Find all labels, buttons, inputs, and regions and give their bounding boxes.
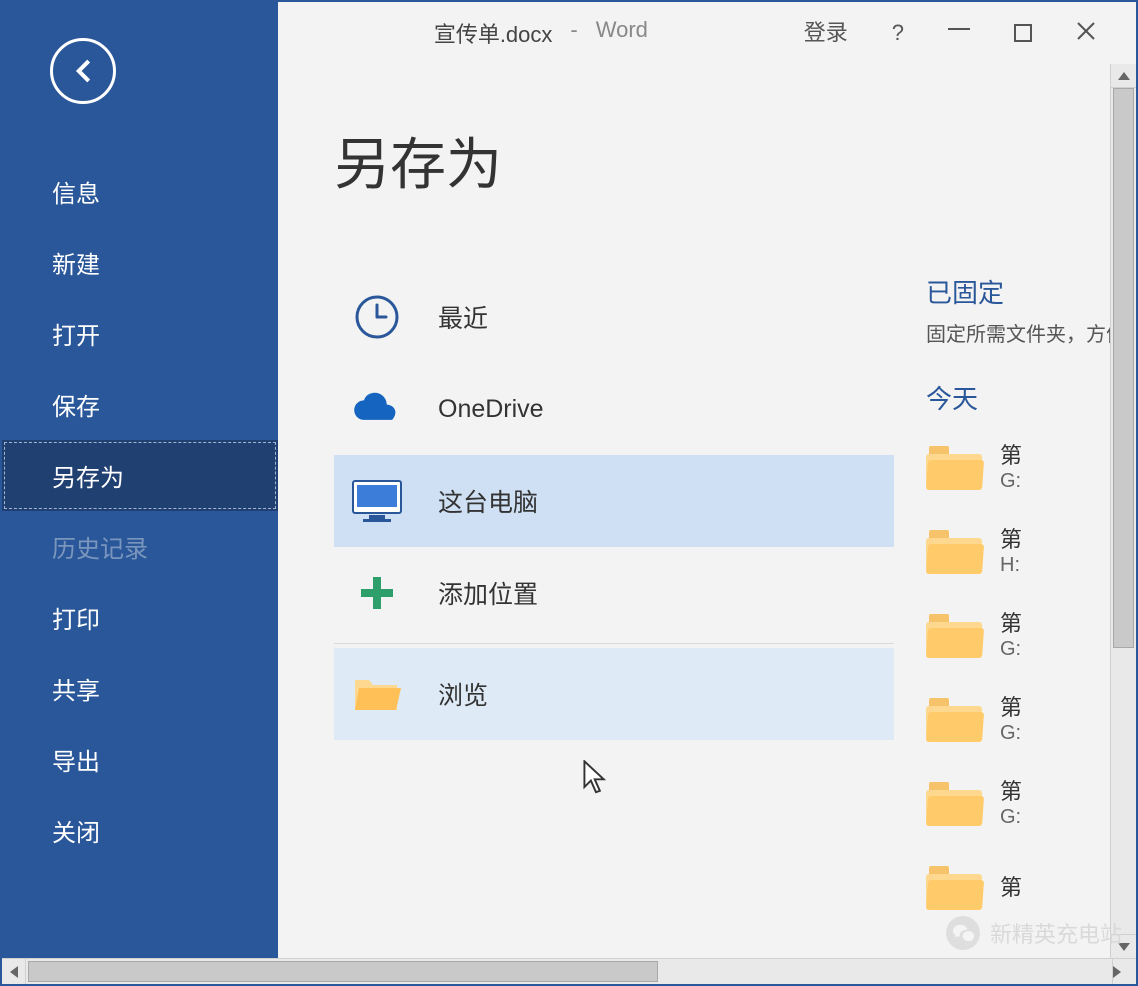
folder-icon: [926, 530, 982, 574]
location-onedrive-label: OneDrive: [438, 395, 544, 424]
backstage-sidebar: 信息 新建 打开 保存 另存为 历史记录 打印 共享 导出 关闭: [2, 2, 278, 958]
pinned-subtext: 固定所需文件夹，方便以后查找。鼠标悬停在某个文件夹上方时，: [926, 320, 1110, 351]
folder-row[interactable]: 第: [926, 846, 1110, 930]
folder-path: H:: [1000, 553, 1022, 578]
scroll-left-button[interactable]: [2, 959, 26, 984]
folder-name: 第: [1000, 778, 1022, 806]
folder-path: G:: [1000, 469, 1022, 494]
folder-row[interactable]: 第G:: [926, 426, 1110, 510]
folder-path: G:: [1000, 805, 1022, 830]
folder-icon: [926, 698, 982, 742]
help-button[interactable]: ?: [892, 22, 904, 44]
location-browse-label: 浏览: [438, 676, 488, 712]
back-button[interactable]: [50, 38, 116, 104]
sidebar-item-info[interactable]: 信息: [2, 156, 278, 227]
location-this-pc[interactable]: 这台电脑: [334, 455, 894, 547]
document-title: 宣传单.docx: [434, 17, 553, 49]
horizontal-scroll-thumb[interactable]: [28, 961, 658, 982]
horizontal-scroll-track[interactable]: [26, 959, 1112, 984]
page-title: 另存为: [334, 120, 1110, 201]
vertical-scrollbar[interactable]: [1110, 64, 1136, 958]
folder-path: G:: [1000, 637, 1022, 662]
sidebar-item-save[interactable]: 保存: [2, 369, 278, 440]
sidebar-item-print[interactable]: 打印: [2, 582, 278, 653]
folder-row[interactable]: 第G:: [926, 678, 1110, 762]
sidebar-item-share[interactable]: 共享: [2, 653, 278, 724]
app-name: Word: [596, 17, 648, 49]
sidebar-item-new[interactable]: 新建: [2, 227, 278, 298]
scroll-down-button[interactable]: [1111, 934, 1136, 958]
location-this-pc-label: 这台电脑: [438, 483, 538, 519]
location-recent[interactable]: 最近: [334, 271, 894, 363]
sidebar-item-export[interactable]: 导出: [2, 724, 278, 795]
folder-name: 第: [1000, 526, 1022, 554]
sidebar-item-save-as[interactable]: 另存为: [2, 440, 278, 511]
location-recent-label: 最近: [438, 299, 488, 335]
folder-icon: [926, 446, 982, 490]
sidebar-item-close[interactable]: 关闭: [2, 795, 278, 866]
arrow-left-icon: [66, 54, 100, 88]
locations-column: 最近 OneDrive: [334, 271, 894, 958]
folder-row[interactable]: 第G:: [926, 762, 1110, 846]
scroll-right-button[interactable]: [1112, 959, 1136, 984]
detail-column: 已固定 固定所需文件夹，方便以后查找。鼠标悬停在某个文件夹上方时， 今天 第G:: [894, 271, 1110, 958]
locations-divider: [334, 643, 894, 644]
plus-icon: [350, 566, 404, 620]
login-button[interactable]: 登录: [804, 22, 848, 44]
clock-icon: [350, 290, 404, 344]
folder-name: 第: [1000, 874, 1022, 902]
folder-name: 第: [1000, 694, 1022, 722]
cloud-icon: [350, 382, 404, 436]
scroll-up-button[interactable]: [1111, 64, 1136, 88]
today-header: 今天: [926, 379, 1110, 416]
folder-icon: [926, 782, 982, 826]
folder-open-icon: [350, 667, 404, 721]
maximize-button[interactable]: [1014, 24, 1032, 42]
sidebar-item-history: 历史记录: [2, 511, 278, 582]
horizontal-scrollbar[interactable]: [2, 958, 1136, 984]
title-separator: -: [570, 17, 577, 49]
folder-path: G:: [1000, 721, 1022, 746]
pinned-header: 已固定: [926, 273, 1110, 310]
computer-icon: [350, 474, 404, 528]
folder-icon: [926, 614, 982, 658]
location-add-place[interactable]: 添加位置: [334, 547, 894, 639]
folder-name: 第: [1000, 442, 1022, 470]
folder-row[interactable]: 第G:: [926, 594, 1110, 678]
close-button[interactable]: [1076, 21, 1096, 45]
location-onedrive[interactable]: OneDrive: [334, 363, 894, 455]
folder-name: 第: [1000, 610, 1022, 638]
folder-row[interactable]: 第H:: [926, 510, 1110, 594]
sidebar-item-open[interactable]: 打开: [2, 298, 278, 369]
location-add-place-label: 添加位置: [438, 575, 538, 611]
minimize-button[interactable]: [948, 28, 970, 30]
location-browse[interactable]: 浏览: [334, 648, 894, 740]
vertical-scroll-thumb[interactable]: [1113, 88, 1134, 648]
close-icon: [1076, 21, 1096, 41]
folder-icon: [926, 866, 982, 910]
title-bar: 宣传单.docx - Word 登录 ?: [278, 2, 1136, 64]
